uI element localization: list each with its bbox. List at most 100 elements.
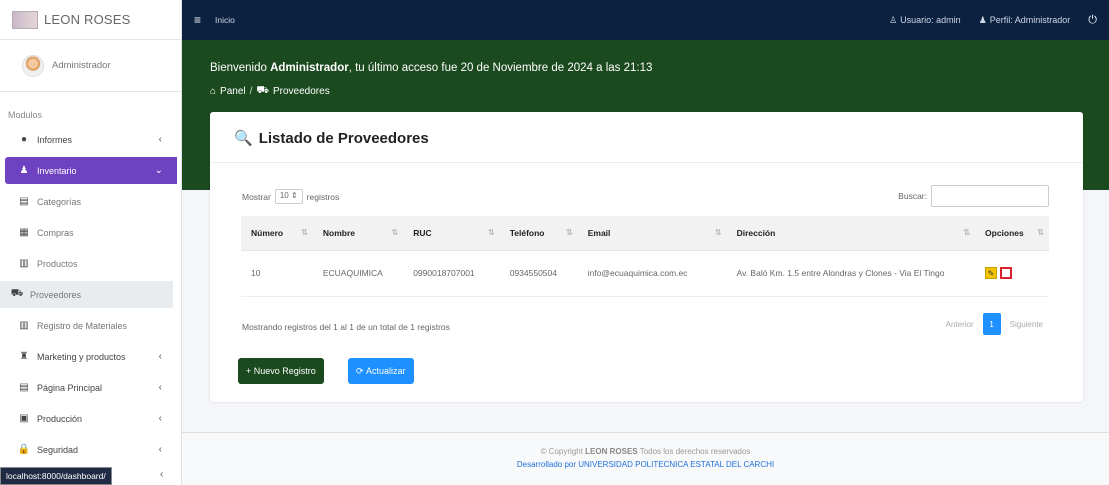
welcome-prefix: Bienvenido xyxy=(210,62,267,74)
chevron-left-icon: ‹ xyxy=(158,134,162,145)
user-panel[interactable]: Administrador xyxy=(0,40,181,92)
nav-header: Modulos xyxy=(8,110,43,120)
marketing-icon: ♜ xyxy=(19,351,29,362)
column-label: Número xyxy=(251,227,284,238)
chevron-left-icon: ‹ xyxy=(160,469,164,480)
page-icon: ▤ xyxy=(19,382,29,393)
footer-developer-link[interactable]: Desarrollado por UNIVERSIDAD POLITECNICA… xyxy=(182,460,1109,469)
sort-icon: ⇅ xyxy=(1037,227,1044,237)
table-search: Buscar: xyxy=(898,185,1049,207)
search-input[interactable] xyxy=(931,185,1049,207)
truck-icon: ⛟ xyxy=(256,85,269,96)
brand[interactable]: LEON ROSES xyxy=(0,0,181,40)
column-label: Email xyxy=(587,227,611,238)
sidebar-item-label: Inventario xyxy=(37,165,77,176)
edit-button[interactable]: ✎ xyxy=(985,267,998,279)
user-link[interactable]: ♙ Usuario: admin xyxy=(889,15,961,26)
home-icon: ⌂ xyxy=(210,86,217,97)
sidebar-item-compras[interactable]: ▦ Compras xyxy=(5,219,176,246)
sort-icon: ⇅ xyxy=(488,227,495,237)
brand-name: LEON ROSES xyxy=(44,12,131,27)
sidebar-item-label: Página Principal xyxy=(37,382,103,393)
materials-icon: ▥ xyxy=(19,320,29,331)
column-header-opciones[interactable]: Opciones ⇅ xyxy=(975,216,1049,251)
user-name: Administrador xyxy=(52,60,111,71)
sidebar-item-label: Seguridad xyxy=(37,444,79,455)
chevron-left-icon: ‹ xyxy=(158,382,162,393)
suppliers-table: Número ⇅ Nombre ⇅ RUC ⇅ Teléfono ⇅ Email ⇅ Di… xyxy=(241,216,1049,297)
sidebar-item-productos[interactable]: ▥ Productos xyxy=(5,250,176,277)
pagination-next[interactable]: Siguiente xyxy=(1004,315,1049,334)
sidebar-item-label: Informes xyxy=(37,134,73,145)
users-icon: ♟ xyxy=(978,14,987,25)
chevron-left-icon: ‹ xyxy=(158,444,162,455)
sidebar-item-marketing[interactable]: ♜ Marketing y productos ‹ xyxy=(5,343,176,370)
sort-icon: ⇅ xyxy=(391,227,399,237)
table-header-row: Número ⇅ Nombre ⇅ RUC ⇅ Teléfono ⇅ Email ⇅ Di… xyxy=(241,216,1049,251)
sidebar-item-label: Productos xyxy=(37,258,78,269)
sidebar-item-pagina-principal[interactable]: ▤ Página Principal ‹ xyxy=(5,374,176,401)
sidebar-item-proveedores[interactable]: ⛟ Proveedores xyxy=(0,281,173,308)
brand-logo xyxy=(12,10,38,29)
sidebar-item-label: Compras xyxy=(37,227,74,238)
sidebar-item-informes[interactable]: ● Informes ‹ xyxy=(5,126,176,153)
sidebar-item-seguridad[interactable]: 🔒 Seguridad ‹ xyxy=(5,436,176,463)
delete-button[interactable] xyxy=(1000,267,1013,279)
chevron-down-icon: ⌄ xyxy=(154,165,163,176)
lock-icon: 🔒 xyxy=(17,444,31,455)
copyright-text: © Copyright xyxy=(540,447,583,456)
page-length-control: Mostrar 10 ⇕ registros xyxy=(242,189,339,204)
welcome-message: Bienvenido Administrador, tu último acce… xyxy=(210,62,652,74)
menu-toggle-icon[interactable]: ≡ xyxy=(194,13,201,27)
profile-link-label: Perfil: Administrador xyxy=(989,15,1071,25)
column-header-direccion[interactable]: Dirección ⇅ xyxy=(726,216,976,251)
pagination-page-1[interactable]: 1 xyxy=(982,313,1001,335)
column-header-telefono[interactable]: Teléfono ⇅ xyxy=(499,216,578,251)
cell-telefono: 0934550504 xyxy=(499,250,578,297)
sort-icon: ⇅ xyxy=(963,227,971,237)
products-icon: ▥ xyxy=(19,258,29,269)
column-header-numero[interactable]: Número ⇅ xyxy=(241,216,313,251)
sidebar-item-registro-materiales[interactable]: ▥ Registro de Materiales xyxy=(5,312,176,339)
sidebar: LEON ROSES Administrador Modulos ● Infor… xyxy=(0,0,182,485)
column-header-ruc[interactable]: RUC ⇅ xyxy=(403,216,500,251)
new-record-button[interactable]: + Nuevo Registro xyxy=(238,358,324,384)
sidebar-item-label: Proveedores xyxy=(30,289,82,300)
purchases-icon: ▦ xyxy=(19,227,29,238)
sort-icon: ⇅ xyxy=(566,227,573,237)
table-info: Mostrando registros del 1 al 1 de un tot… xyxy=(242,322,450,332)
avatar xyxy=(22,54,44,77)
page-title-text: Listado de Proveedores xyxy=(258,129,429,147)
pagination-previous[interactable]: Anterior xyxy=(940,315,980,334)
column-header-email[interactable]: Email ⇅ xyxy=(577,216,727,251)
sort-icon: ⇅ xyxy=(714,227,722,237)
profile-link[interactable]: ♟ Perfil: Administrador xyxy=(979,15,1071,26)
home-link[interactable]: Inicio xyxy=(215,15,235,25)
suppliers-card: 🔍 Listado de Proveedores Mostrar 10 ⇕ re… xyxy=(210,112,1083,402)
sidebar-item-categorias[interactable]: ▤ Categorías xyxy=(5,188,176,215)
page-length-select[interactable]: 10 ⇕ xyxy=(274,189,303,204)
sidebar-item-produccion[interactable]: ▣ Producción ‹ xyxy=(5,405,176,432)
topbar-right: ♙ Usuario: admin ♟ Perfil: Administrador… xyxy=(889,14,1097,27)
table-row: 10 ECUAQUIMICA 0990018707001 0934550504 … xyxy=(241,250,1049,297)
welcome-suffix: , tu último acceso fue 20 de Noviembre d… xyxy=(348,62,653,74)
sidebar-item-label: Producción xyxy=(37,413,83,424)
refresh-button[interactable]: ⟳ Actualizar xyxy=(348,358,414,384)
sidebar-item-label: Registro de Materiales xyxy=(37,320,128,331)
power-icon[interactable]: ⏻ xyxy=(1088,14,1097,27)
breadcrumb: ⌂ Panel / ⛟ Proveedores xyxy=(210,85,330,98)
divider xyxy=(210,162,1083,163)
records-label: registros xyxy=(306,191,340,202)
globe-icon: ● xyxy=(20,134,28,145)
status-url: localhost:8000/dashboard/ xyxy=(0,467,112,485)
refresh-button-label: Actualizar xyxy=(366,366,406,376)
cell-numero: 10 xyxy=(241,250,313,297)
sort-icon: ⇅ xyxy=(301,227,308,237)
breadcrumb-panel[interactable]: Panel xyxy=(220,86,246,97)
column-label: Opciones xyxy=(985,227,1024,238)
breadcrumb-separator: / xyxy=(249,86,253,97)
cell-direccion: Av. Baló Km. 1.5 entre Alondras y Clones… xyxy=(726,250,976,297)
truck-icon: ⛟ xyxy=(10,288,24,299)
column-header-nombre[interactable]: Nombre ⇅ xyxy=(312,216,404,251)
sidebar-item-inventario[interactable]: ♟ Inventario ⌄ xyxy=(5,157,177,184)
